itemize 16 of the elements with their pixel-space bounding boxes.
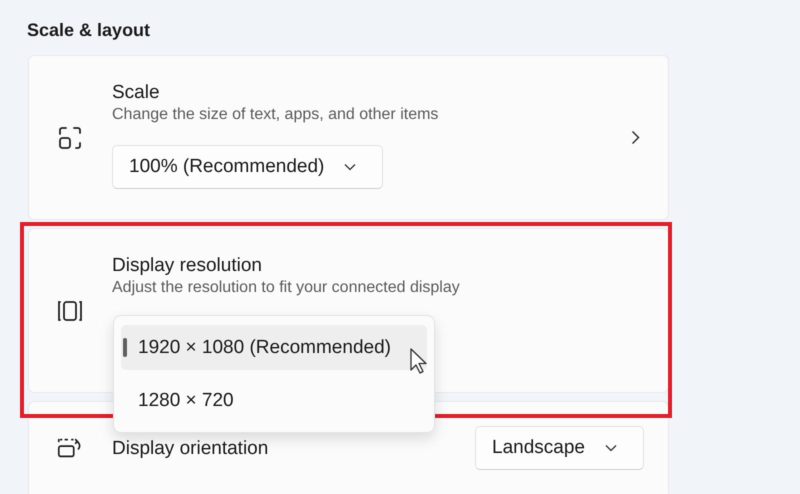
- cursor-icon: [409, 347, 429, 375]
- setting-title: Display resolution: [112, 254, 262, 278]
- scale-icon: [57, 124, 83, 150]
- dropdown[interactable]: Landscape: [475, 426, 644, 470]
- setting-title: Display orientation: [112, 437, 268, 461]
- setting-title: Scale: [112, 81, 160, 105]
- section-heading: Scale & layout: [27, 19, 150, 42]
- chevron-down-icon: [605, 444, 617, 452]
- setting-description: Adjust the resolution to fit your connected display: [112, 278, 460, 298]
- chevron-down-icon: [344, 163, 356, 171]
- dropdown[interactable]: 100% (Recommended): [112, 145, 384, 189]
- menu-option[interactable]: 1280 × 720: [121, 378, 427, 423]
- menu-option[interactable]: 1920 × 1080 (Recommended): [121, 325, 427, 370]
- resize-icon: [56, 298, 84, 322]
- chevron-right-icon[interactable]: [631, 130, 640, 145]
- setting-description: Change the size of text, apps, and other items: [112, 105, 438, 125]
